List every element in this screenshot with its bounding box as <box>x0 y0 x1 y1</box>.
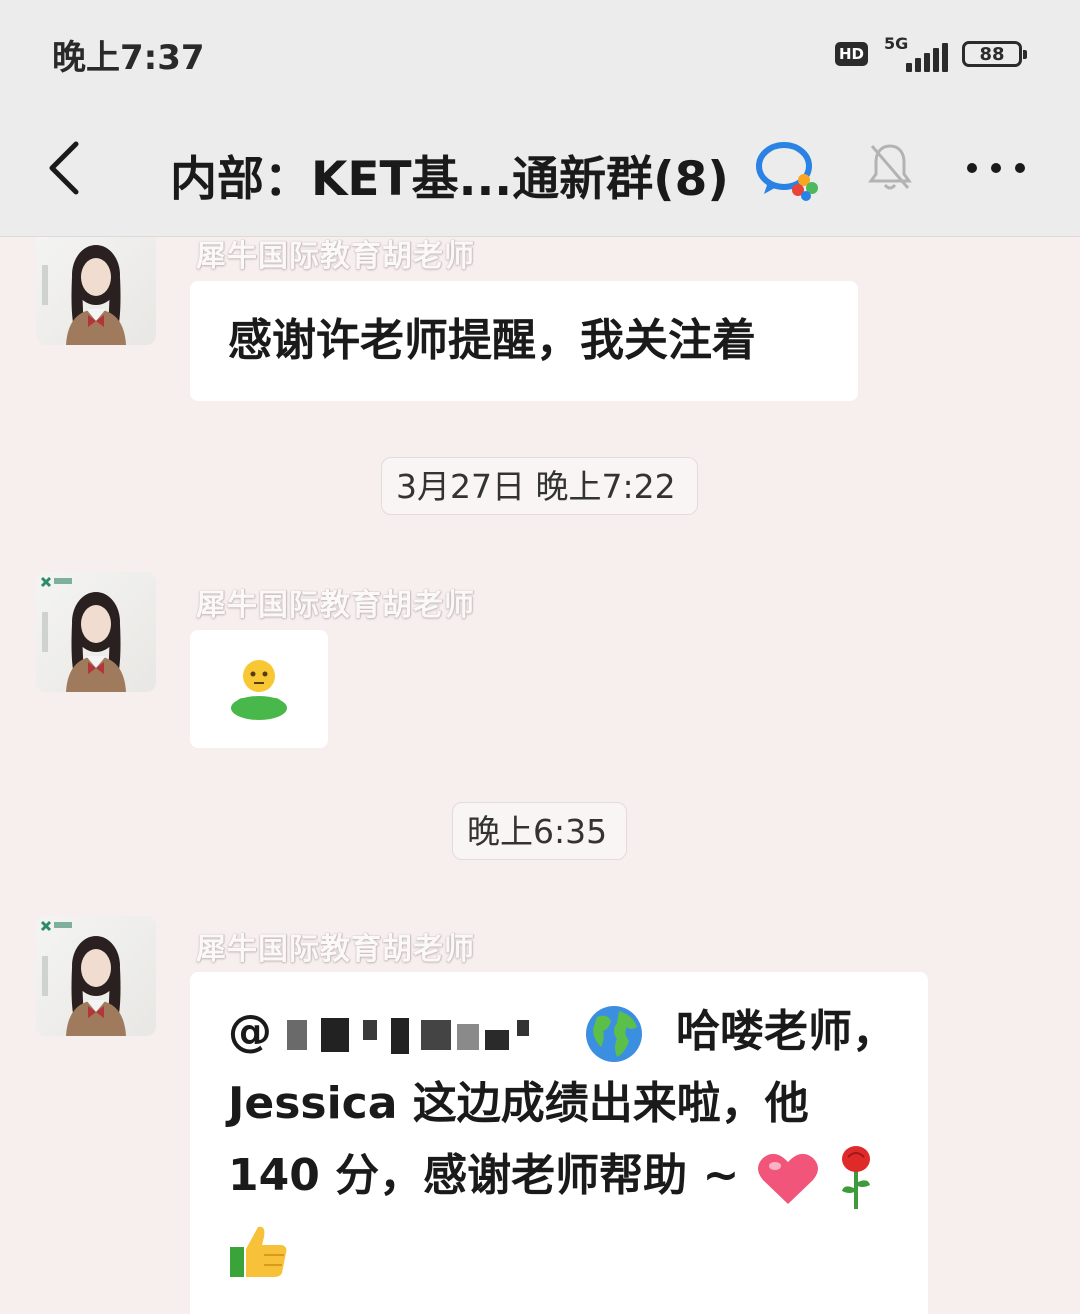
thumbs-up-emoji <box>230 1226 287 1277</box>
redacted-name <box>287 1018 530 1054</box>
back-icon <box>49 141 79 195</box>
status-icons: HD 5G 88 <box>834 34 1027 74</box>
sender-name: 犀牛国际教育胡老师 <box>196 932 475 967</box>
avatar[interactable] <box>36 572 156 692</box>
message-text-line-3: 140 分，感谢老师帮助 ~ <box>228 1150 740 1201</box>
message-bubble[interactable]: 感谢许老师提醒，我关注着 <box>190 281 858 401</box>
sender-name: 犀牛国际教育胡老师 <box>196 239 475 274</box>
signal-icon: 5G <box>882 34 948 74</box>
status-bar: 晚上7:37 HD 5G 88 <box>0 0 1080 108</box>
back-button[interactable] <box>40 136 100 200</box>
chat-header: 内部：KET基...通新群(8) <box>0 108 1080 237</box>
globe-emoji <box>585 1006 642 1062</box>
message-line-2: Jessica 这边成绩出来啦，他 <box>228 1078 809 1129</box>
message-line-1: @ 哈喽老师， <box>228 996 928 1068</box>
battery-level: 88 <box>979 43 1005 65</box>
timestamp: 3月27日 晚上7:22 <box>381 457 698 515</box>
more-button[interactable] <box>964 148 1028 188</box>
more-icon <box>967 163 1025 173</box>
hd-icon: HD <box>834 42 868 66</box>
message-text-line-1: 哈喽老师， <box>675 1006 896 1057</box>
sender-name: 犀牛国际教育胡老师 <box>196 588 475 623</box>
message-line-4 <box>228 1212 928 1284</box>
timestamp: 晚上6:35 <box>452 802 627 860</box>
chat-area[interactable]: 犀牛国际教育胡老师 感谢许老师提醒，我关注着 3月27日 晚上7:22 犀牛国际… <box>0 237 1080 1314</box>
heart-emoji <box>757 1153 818 1204</box>
mute-bell-button[interactable] <box>866 140 914 194</box>
message-bubble[interactable] <box>190 630 328 748</box>
mute-bell-icon <box>868 144 912 190</box>
network-type: 5G <box>884 34 909 53</box>
status-time: 晚上7:37 <box>52 38 205 78</box>
avatar[interactable] <box>36 916 156 1036</box>
battery-icon: 88 <box>962 41 1027 67</box>
mention-symbol: @ <box>228 1006 272 1057</box>
message-line-3: 140 分，感谢老师帮助 ~ <box>228 1140 928 1212</box>
group-title[interactable]: 内部：KET基...通新群(8) <box>170 140 729 209</box>
avatar[interactable] <box>36 237 156 345</box>
wecom-icon[interactable] <box>754 136 824 202</box>
rose-emoji <box>842 1146 871 1209</box>
message-text: 感谢许老师提醒，我关注着 <box>228 315 756 366</box>
message-bubble[interactable]: @ 哈喽老师， Jessica 这边成绩出来啦，他 140 分，感谢老师帮助 ~ <box>190 972 928 1314</box>
person-emoji <box>231 660 287 720</box>
